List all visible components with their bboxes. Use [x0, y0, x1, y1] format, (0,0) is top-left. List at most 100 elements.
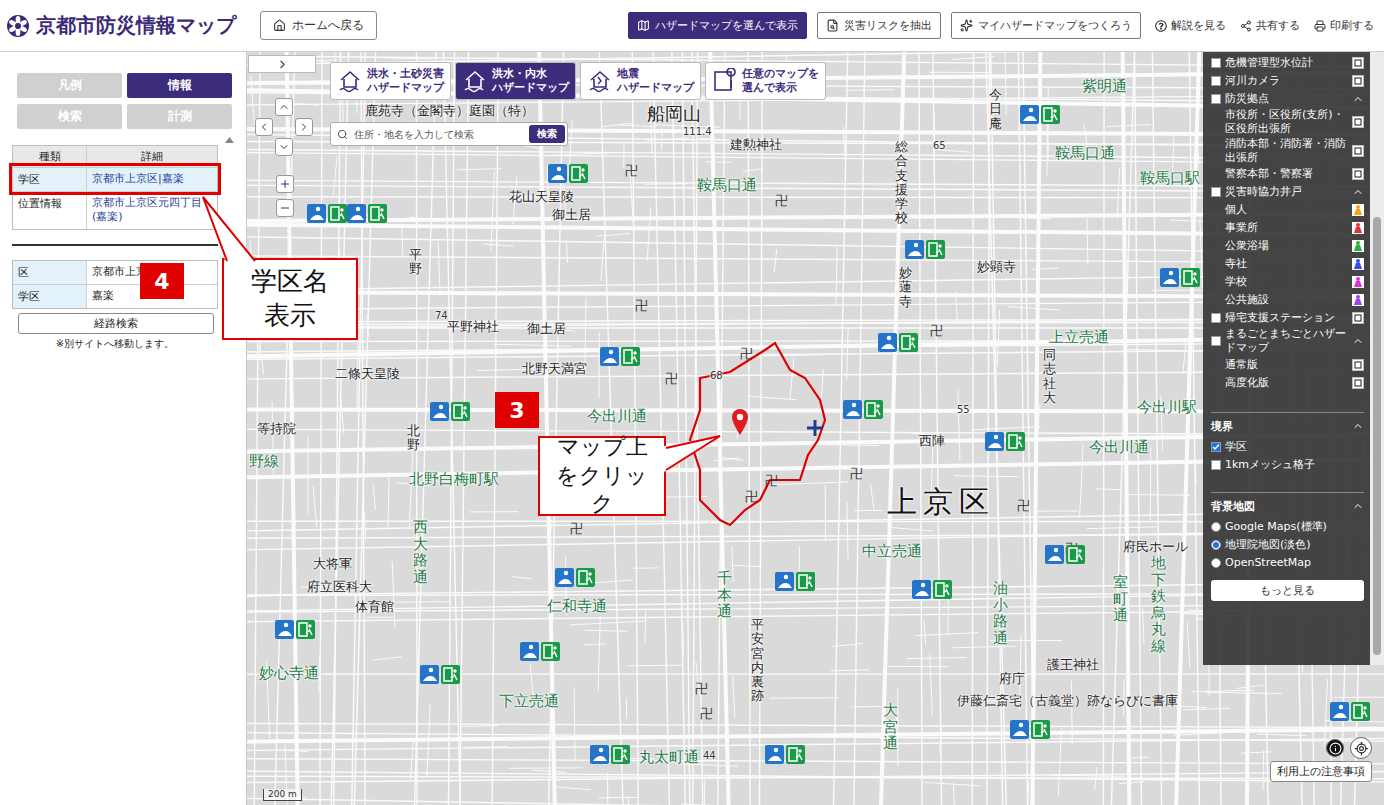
- evacuation-site-icon[interactable]: [1010, 720, 1050, 743]
- hazard-map-tab[interactable]: 地震ハザードマップ: [580, 62, 701, 100]
- layer-checkbox[interactable]: [1211, 58, 1221, 68]
- map[interactable]: 卍卍卍卍卍卍卍卍卍卍卍卍卍卍鹿苑寺（金閣寺）庭園（特）船岡山建勲神社鞍馬口通鞍馬…: [247, 52, 1384, 805]
- evacuation-site-icon[interactable]: [600, 347, 640, 370]
- layer-row[interactable]: 個人: [1211, 201, 1364, 219]
- header-link[interactable]: 共有する: [1240, 18, 1300, 33]
- evacuation-site-icon[interactable]: [1045, 545, 1085, 568]
- pan-left-button[interactable]: [255, 118, 273, 136]
- evacuation-site-icon[interactable]: [912, 580, 952, 603]
- layer-row[interactable]: 帰宅支援ステーション: [1211, 309, 1364, 327]
- notice-button[interactable]: 利用上の注意事項: [1270, 761, 1372, 782]
- evacuation-site-icon[interactable]: [430, 402, 470, 425]
- layer-row[interactable]: 防災拠点: [1211, 90, 1364, 108]
- home-button[interactable]: ホームへ戻る: [260, 11, 377, 40]
- link-icon: [1240, 20, 1252, 32]
- layer-row[interactable]: 事業所: [1211, 219, 1364, 237]
- layer-row[interactable]: 市役所・区役所(支所)・区役所出張所: [1211, 108, 1364, 137]
- layer-row[interactable]: 危機管理型水位計: [1211, 54, 1364, 72]
- layer-row[interactable]: 高度化版: [1211, 374, 1364, 392]
- detail-link[interactable]: 京都市上京区|嘉楽: [87, 168, 217, 191]
- evacuation-site-icon[interactable]: [985, 432, 1025, 455]
- evacuation-site-icon[interactable]: [555, 568, 595, 591]
- layer-row[interactable]: 通常版: [1211, 356, 1364, 374]
- pan-right-button[interactable]: [295, 118, 313, 136]
- section-header[interactable]: 境界: [1211, 412, 1364, 438]
- scrollbar-thumb[interactable]: [1373, 217, 1381, 655]
- evacuation-site-icon[interactable]: [307, 204, 347, 227]
- evacuation-site-icon[interactable]: [775, 572, 815, 595]
- layer-row[interactable]: 寺社: [1211, 255, 1364, 273]
- boundary-checkbox[interactable]: [1211, 442, 1221, 452]
- layer-row[interactable]: 消防本部・消防署・消防出張所: [1211, 137, 1364, 166]
- panel-tab[interactable]: 計測: [127, 104, 232, 129]
- evacuation-site-icon[interactable]: [905, 240, 945, 263]
- boundary-row[interactable]: 学区: [1211, 438, 1364, 456]
- layer-checkbox[interactable]: [1211, 187, 1221, 197]
- evacuation-site-icon[interactable]: [765, 745, 805, 768]
- evacuation-site-icon[interactable]: [878, 333, 918, 356]
- layer-checkbox[interactable]: [1211, 94, 1221, 104]
- more-button[interactable]: もっと見る: [1211, 580, 1364, 601]
- header-action-button[interactable]: ハザードマップを選んで表示: [628, 12, 807, 39]
- header-link[interactable]: 印刷する: [1314, 18, 1374, 33]
- panel-collapse-button[interactable]: [248, 55, 316, 73]
- hazard-map-tab[interactable]: 任意のマップを選んで表示: [705, 62, 826, 100]
- route-search-button[interactable]: 経路検索: [18, 313, 214, 334]
- collapse-icon[interactable]: [1352, 186, 1364, 198]
- layer-row[interactable]: 学校: [1211, 273, 1364, 291]
- search-button[interactable]: 検索: [529, 125, 565, 143]
- collapse-icon[interactable]: [1352, 420, 1364, 432]
- collapse-icon[interactable]: [1352, 93, 1364, 105]
- hazard-map-tab[interactable]: 洪水・内水ハザードマップ: [455, 62, 576, 100]
- basemap-option[interactable]: OpenStreetMap: [1211, 554, 1364, 572]
- boundary-row[interactable]: 1kmメッシュ格子: [1211, 456, 1364, 474]
- panel-tab[interactable]: 検索: [17, 104, 122, 129]
- header-action-button[interactable]: 災害リスクを抽出: [817, 12, 941, 39]
- layer-checkbox[interactable]: [1211, 313, 1221, 323]
- evacuation-site-icon[interactable]: [1020, 105, 1060, 128]
- detail-link[interactable]: 京都市上京区元四丁目(嘉楽): [87, 192, 217, 229]
- panel-tab[interactable]: 情報: [127, 73, 232, 98]
- layer-row[interactable]: 警察本部・警察署: [1211, 165, 1364, 183]
- basemap-option[interactable]: Google Maps(標準): [1211, 518, 1364, 536]
- zoom-out-button[interactable]: [276, 199, 294, 217]
- evacuation-site-icon[interactable]: [347, 204, 387, 227]
- layer-checkbox[interactable]: [1211, 336, 1221, 346]
- panel-tab[interactable]: 凡例: [17, 73, 122, 98]
- evacuation-site-icon[interactable]: [275, 620, 315, 643]
- evacuation-site-icon[interactable]: [1160, 268, 1200, 291]
- pan-down-button[interactable]: [275, 138, 293, 156]
- header-action-button[interactable]: マイハザードマップをつくろう: [951, 12, 1141, 39]
- basemap-radio[interactable]: [1211, 522, 1221, 532]
- basemap-radio[interactable]: [1211, 540, 1221, 550]
- boundary-checkbox[interactable]: [1211, 460, 1221, 470]
- pan-up-button[interactable]: [275, 98, 293, 116]
- evacuation-site-icon[interactable]: [520, 642, 560, 665]
- section-header[interactable]: 背景地図: [1211, 492, 1364, 518]
- info-button[interactable]: [1326, 739, 1344, 757]
- locate-button[interactable]: [1350, 737, 1372, 759]
- logo[interactable]: 京都市防災情報マップ: [6, 12, 236, 39]
- layer-row[interactable]: 災害時協力井戸: [1211, 183, 1364, 201]
- scroll-up-icon[interactable]: [225, 137, 234, 143]
- collapse-icon[interactable]: [1352, 335, 1364, 347]
- layer-checkbox[interactable]: [1211, 76, 1221, 86]
- basemap-option[interactable]: 地理院地図(淡色): [1211, 536, 1364, 554]
- collapse-icon[interactable]: [1352, 500, 1364, 512]
- evacuation-site-icon[interactable]: [548, 164, 588, 187]
- layer-row[interactable]: 河川カメラ: [1211, 72, 1364, 90]
- hazard-map-tab[interactable]: 洪水・土砂災害ハザードマップ: [330, 62, 451, 100]
- evacuation-site-icon[interactable]: [590, 745, 630, 768]
- layer-row[interactable]: まるごとまちごとハザードマップ: [1211, 327, 1364, 356]
- evacuation-site-icon[interactable]: [420, 665, 460, 688]
- header-link[interactable]: 解説を見る: [1155, 18, 1226, 33]
- layer-row[interactable]: 公衆浴場: [1211, 237, 1364, 255]
- basemap-radio[interactable]: [1211, 558, 1221, 568]
- zoom-in-button[interactable]: [276, 175, 294, 193]
- search-input[interactable]: [352, 128, 525, 141]
- evacuation-site-icon[interactable]: [843, 400, 883, 423]
- evacuation-site-icon[interactable]: [1330, 702, 1370, 725]
- scrollbar[interactable]: [1370, 52, 1384, 665]
- location-pin-icon[interactable]: [731, 408, 749, 440]
- layer-row[interactable]: 公共施設: [1211, 291, 1364, 309]
